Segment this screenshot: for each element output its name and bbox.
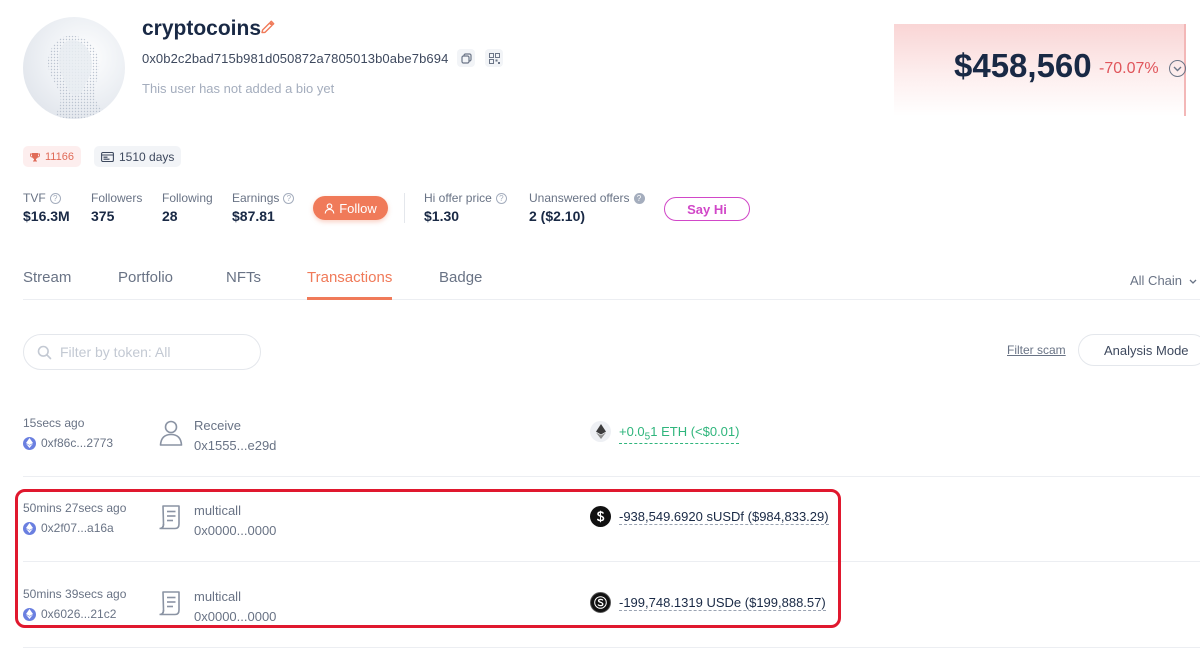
days-badge-label: 1510 days — [119, 149, 175, 164]
follow-button-label: Follow — [339, 200, 377, 216]
row-divider — [23, 476, 1200, 477]
stat-earnings-value: $87.81 — [232, 208, 275, 224]
username: cryptocoins — [142, 17, 262, 40]
follow-button[interactable]: Follow — [313, 196, 388, 220]
stat-following[interactable]: Following 28 — [162, 191, 213, 224]
stat-earnings-label: Earnings — [232, 191, 280, 205]
active-tab-indicator — [307, 297, 392, 300]
help-icon[interactable]: ? — [283, 192, 295, 204]
row-divider — [23, 647, 1200, 648]
copy-icon[interactable] — [457, 49, 475, 67]
say-hi-button[interactable]: Say Hi — [664, 197, 750, 221]
tx-type: Receive — [194, 418, 241, 433]
networth-change: -70.07% — [1099, 60, 1159, 77]
stat-tvf-value: $16.3M — [23, 208, 70, 224]
stat-followers[interactable]: Followers 375 — [91, 191, 142, 224]
tabs-divider — [23, 299, 1200, 300]
help-icon[interactable]: ? — [633, 192, 645, 204]
token-filter[interactable] — [23, 334, 261, 370]
stat-tvf: TVF? $16.3M — [23, 191, 70, 224]
tab-badge[interactable]: Badge — [439, 269, 482, 286]
chevron-down-icon[interactable] — [1169, 60, 1186, 77]
calendar-icon — [101, 151, 114, 162]
stat-tvf-label: TVF — [23, 191, 46, 205]
tab-transactions[interactable]: Transactions — [307, 269, 392, 286]
stat-hi-offer-value: $1.30 — [424, 208, 460, 224]
tx-time: 15secs ago — [23, 416, 85, 430]
filter-scam-link[interactable]: Filter scam — [1007, 343, 1066, 357]
highlight-box — [15, 489, 841, 628]
rank-badge-label: 11166 — [45, 150, 74, 163]
search-icon — [37, 345, 52, 359]
stat-followers-label: Followers — [91, 191, 143, 205]
analysis-mode-button[interactable]: Analysis Mode — [1078, 334, 1200, 366]
wallet-address: 0x0b2c2bad715b981d050872a7805013b0abe7b6… — [142, 51, 449, 66]
help-icon[interactable]: ? — [49, 192, 61, 204]
rank-badge[interactable]: 11166 — [23, 146, 81, 167]
stat-unanswered-label: Unanswered offers — [529, 191, 630, 205]
tx-hash-text: 0xf86c...2773 — [41, 436, 114, 450]
eth-icon — [590, 421, 611, 442]
chevron-down-icon — [1189, 279, 1197, 284]
tx-amount-prefix: +0.0 — [619, 424, 645, 439]
ethereum-icon — [23, 436, 36, 450]
divider — [404, 193, 405, 223]
networth-value: $458,560 — [954, 47, 1092, 84]
stat-hi-offer-price: Hi offer price? $1.30 — [424, 191, 507, 224]
avatar — [23, 17, 125, 119]
bio-text: This user has not added a bio yet — [142, 81, 335, 96]
user-icon — [157, 418, 185, 446]
add-user-icon — [324, 202, 335, 214]
tx-amount-suffix: 1 ETH (<$0.01) — [650, 424, 740, 439]
qr-code-icon[interactable] — [485, 49, 503, 67]
chain-select[interactable]: All Chain — [1130, 273, 1197, 288]
stat-following-label: Following — [162, 191, 213, 205]
stat-hi-offer-label: Hi offer price — [424, 191, 492, 205]
chain-select-label: All Chain — [1130, 273, 1183, 288]
tx-hash-link[interactable]: 0xf86c...2773 — [23, 436, 113, 450]
help-icon[interactable]: ? — [495, 192, 507, 204]
stat-unanswered-offers: Unanswered offers? 2 ($2.10) — [529, 191, 645, 224]
tx-counterparty[interactable]: 0x1555...e29d — [194, 438, 276, 453]
days-badge[interactable]: 1510 days — [94, 146, 182, 167]
trophy-icon — [30, 152, 40, 161]
tab-nfts[interactable]: NFTs — [226, 269, 261, 286]
tab-portfolio[interactable]: Portfolio — [118, 269, 173, 286]
edit-icon[interactable] — [259, 20, 275, 36]
stat-followers-value: 375 — [91, 208, 115, 224]
token-filter-input[interactable] — [60, 344, 240, 360]
stat-earnings: Earnings? $87.81 — [232, 191, 295, 224]
stat-following-value: 28 — [162, 208, 178, 224]
tab-stream[interactable]: Stream — [23, 269, 71, 286]
stat-unanswered-value: 2 ($2.10) — [529, 208, 586, 224]
tx-amount[interactable]: +0.051 ETH (<$0.01) — [619, 424, 740, 444]
